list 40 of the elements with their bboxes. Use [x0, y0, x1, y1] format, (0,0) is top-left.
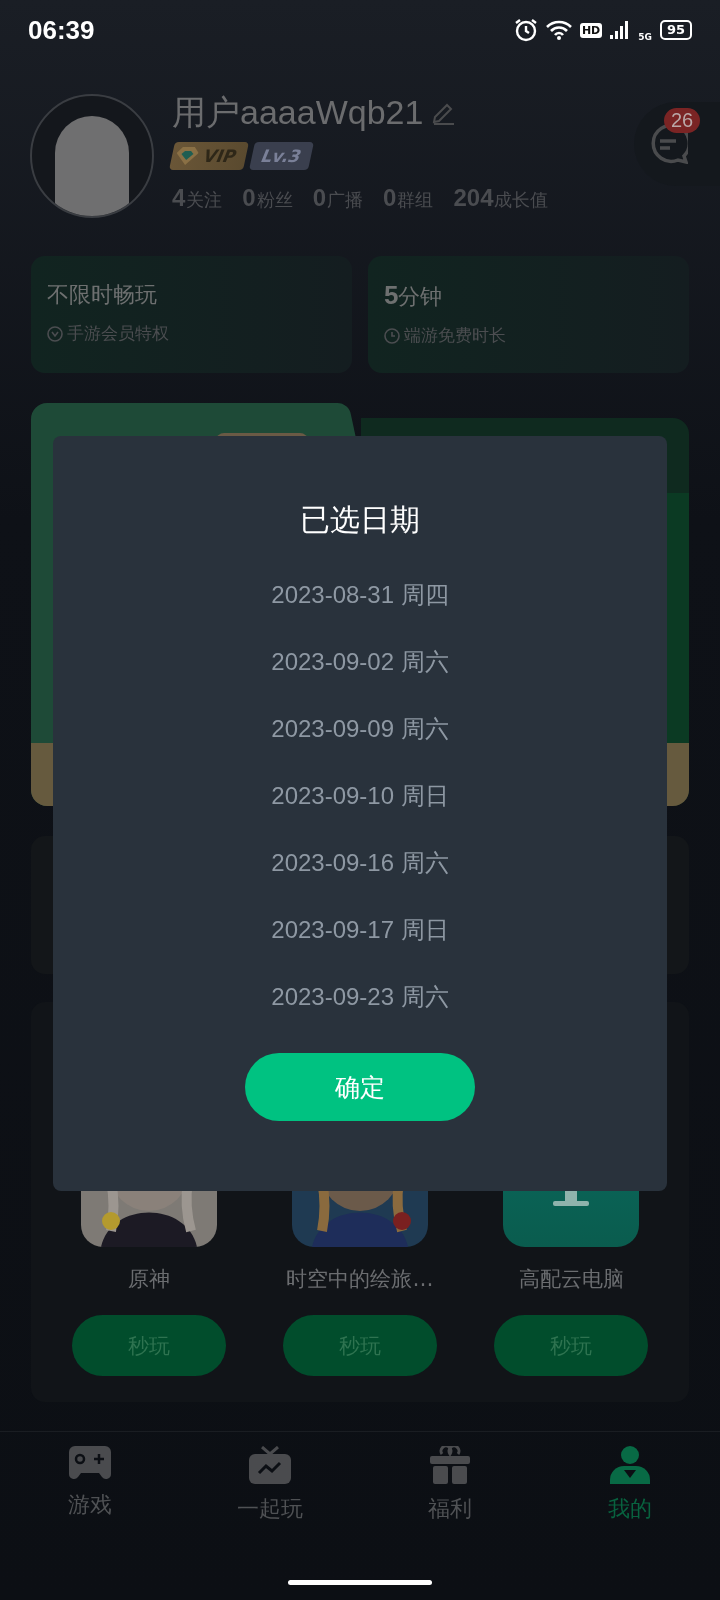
perk-card[interactable]: 不限时畅玩 手游会员特权	[31, 256, 352, 373]
wifi-icon	[545, 20, 572, 40]
selected-date: 2023-08-31 周四	[271, 581, 449, 608]
game-name: 时空中的绘旅…	[286, 1266, 434, 1293]
gamepad-icon	[69, 1446, 111, 1480]
edit-icon[interactable]	[431, 101, 456, 125]
dialog-title: 已选日期	[300, 501, 420, 539]
perk-subtitle: 端游免费时长	[404, 324, 506, 347]
selected-date: 2023-09-17 周日	[271, 916, 449, 943]
perk-title: 不限时畅玩	[47, 281, 158, 309]
clock-icon	[384, 327, 400, 344]
user-name: 用户aaaaWqb21	[172, 92, 424, 133]
selected-date: 2023-09-16 周六	[271, 849, 449, 876]
selected-date: 2023-09-10 周日	[271, 782, 449, 809]
person-icon	[610, 1446, 650, 1484]
avatar-icon	[55, 116, 129, 216]
gift-icon	[430, 1446, 470, 1484]
game-name: 高配云电脑	[518, 1266, 624, 1293]
perk-title: 5分钟	[384, 280, 444, 312]
confirm-button[interactable]: 确定	[245, 1053, 475, 1121]
network-type: 5G	[638, 32, 652, 42]
hd-indicator: HD	[579, 22, 603, 38]
nav-tab[interactable]: 一起玩	[180, 1432, 360, 1540]
selected-date: 2023-09-09 周六	[271, 715, 449, 742]
game-name: 原神	[127, 1266, 170, 1293]
nav-tab[interactable]: 游戏	[0, 1432, 180, 1540]
message-count: 26	[664, 108, 701, 133]
nav-tab[interactable]: 福利	[360, 1432, 540, 1540]
signal-icon	[610, 21, 631, 39]
battery-level: 95	[659, 20, 692, 40]
status-time: 06:39	[28, 14, 95, 46]
perk-card[interactable]: 5分钟 端游免费时长	[368, 256, 689, 373]
tv-icon	[249, 1446, 291, 1484]
selected-date: 2023-09-02 周六	[271, 648, 449, 675]
level-badge: Lv.3	[249, 142, 314, 170]
perk-subtitle: 手游会员特权	[67, 322, 169, 345]
selected-date: 2023-09-23 周六	[271, 983, 449, 1010]
message-button[interactable]: 26	[634, 102, 720, 186]
alarm-icon	[513, 18, 538, 42]
nav-tab[interactable]: 我的	[540, 1432, 720, 1540]
